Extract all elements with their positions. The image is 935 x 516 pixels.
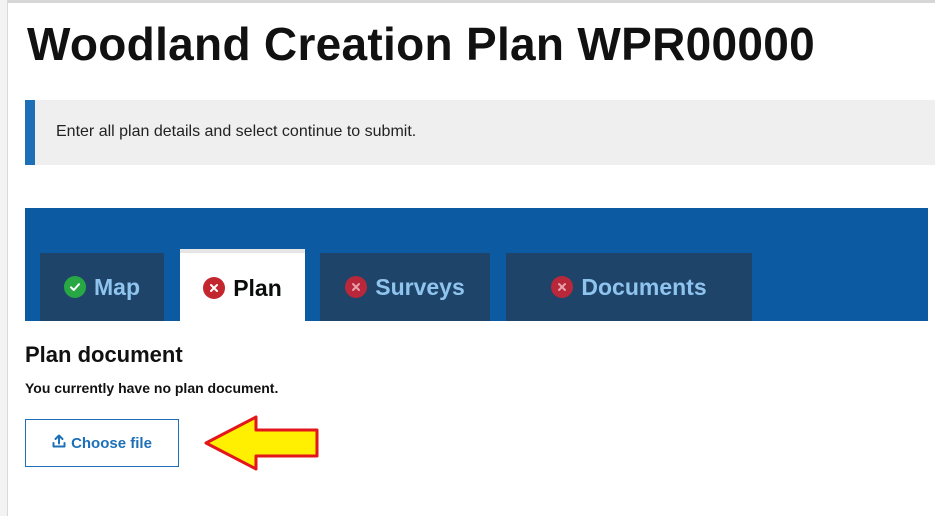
- tab-label: Surveys: [375, 273, 465, 300]
- upload-icon: [52, 434, 66, 452]
- cross-circle-icon: [345, 276, 368, 298]
- window-top-border: [0, 0, 935, 3]
- info-inset: Enter all plan details and select contin…: [25, 100, 935, 165]
- no-document-message: You currently have no plan document.: [25, 380, 279, 396]
- tab-plan[interactable]: Plan: [180, 249, 305, 323]
- annotation-arrow-icon: [204, 415, 319, 471]
- plan-document-heading: Plan document: [25, 342, 183, 367]
- cross-circle-icon: [203, 277, 226, 299]
- tab-map[interactable]: Map: [40, 253, 164, 321]
- choose-file-label: Choose file: [71, 434, 152, 452]
- tab-label: Map: [94, 273, 140, 300]
- window-left-border: [0, 0, 8, 516]
- tab-label: Documents: [581, 273, 707, 300]
- tab-label: Plan: [233, 274, 282, 301]
- choose-file-button[interactable]: Choose file: [25, 419, 179, 467]
- inset-text: Enter all plan details and select contin…: [56, 123, 417, 140]
- tab-documents[interactable]: Documents: [506, 253, 752, 321]
- page-title: Woodland Creation Plan WPR00000: [27, 18, 816, 70]
- check-circle-icon: [64, 276, 86, 298]
- tab-surveys[interactable]: Surveys: [320, 253, 490, 321]
- cross-circle-icon: [551, 276, 574, 298]
